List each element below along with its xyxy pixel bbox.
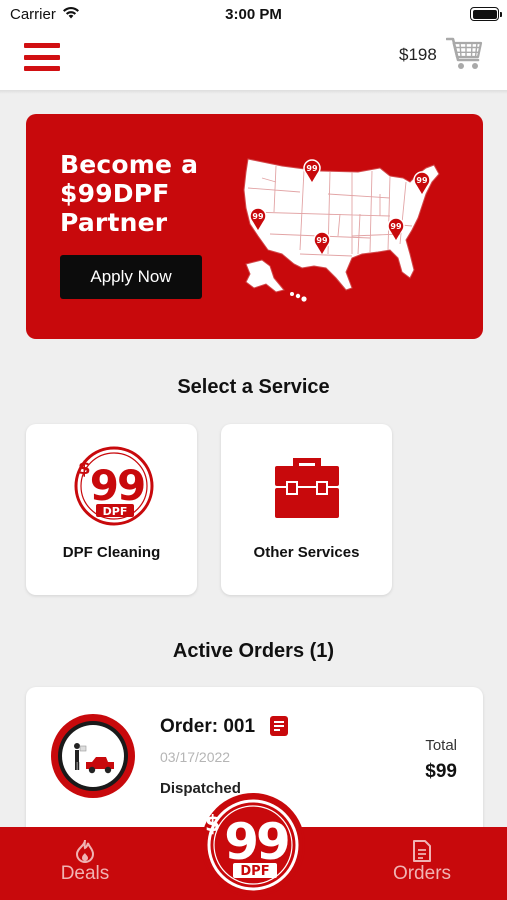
- service-label: Other Services: [253, 544, 360, 561]
- tab-orders[interactable]: Orders: [362, 827, 482, 900]
- status-bar: Carrier 3:00 PM: [0, 0, 507, 30]
- logo-text: DPF: [102, 505, 127, 518]
- banner-title: Become a $99DPF Partner: [60, 150, 250, 237]
- shopping-cart-icon[interactable]: [445, 36, 484, 77]
- toolbox-icon: [269, 444, 345, 525]
- clock: 3:00 PM: [225, 6, 282, 23]
- tab-deals-label: Deals: [60, 863, 110, 884]
- services-title: Select a Service: [177, 376, 330, 398]
- svg-text:99: 99: [390, 222, 402, 231]
- svg-text:99: 99: [316, 236, 328, 245]
- banner-title-line: Become a: [60, 150, 199, 179]
- center-logo-dollar: $: [205, 812, 220, 837]
- home-logo-button[interactable]: $ 99 DPF: [201, 793, 305, 897]
- order-date: 03/17/2022: [160, 749, 231, 765]
- cart-total: $198: [399, 45, 437, 64]
- banner-title-line: $99DPF: [60, 179, 170, 208]
- order-total-value: $99: [425, 761, 457, 782]
- hamburger-menu-icon[interactable]: [24, 40, 60, 74]
- order-total-label: Total: [425, 737, 457, 754]
- apply-now-button[interactable]: Apply Now: [60, 255, 202, 299]
- tab-orders-label: Orders: [392, 863, 452, 884]
- banner-title-line: Partner: [60, 208, 168, 237]
- logo-dollar: $: [78, 458, 91, 479]
- document-icon[interactable]: [269, 715, 289, 742]
- svg-text:99: 99: [306, 164, 318, 173]
- active-orders-title: Active Orders (1): [172, 640, 335, 662]
- center-logo-number: 99: [224, 813, 288, 871]
- tow-truck-icon: [50, 713, 136, 804]
- order-number: Order: 001: [160, 716, 256, 737]
- svg-text:99: 99: [252, 212, 264, 221]
- partner-banner[interactable]: Become a $99DPF Partner Apply Now 99 99 …: [26, 114, 483, 339]
- other-services-card[interactable]: Other Services: [221, 424, 392, 595]
- center-logo-text: DPF: [240, 864, 269, 879]
- dpf-cleaning-card[interactable]: $ 99 DPF DPF Cleaning: [26, 424, 197, 595]
- header-divider: [0, 90, 507, 94]
- usa-map-icon: 99 99 99 99 99: [240, 154, 450, 309]
- app-header: $198: [0, 30, 507, 90]
- service-label: DPF Cleaning: [62, 544, 161, 561]
- svg-text:99: 99: [416, 176, 428, 185]
- dpf-99-logo-icon: $ 99 DPF: [68, 444, 156, 533]
- tab-deals[interactable]: Deals: [25, 827, 145, 900]
- battery-icon: [470, 7, 502, 21]
- logo-number: 99: [89, 461, 143, 510]
